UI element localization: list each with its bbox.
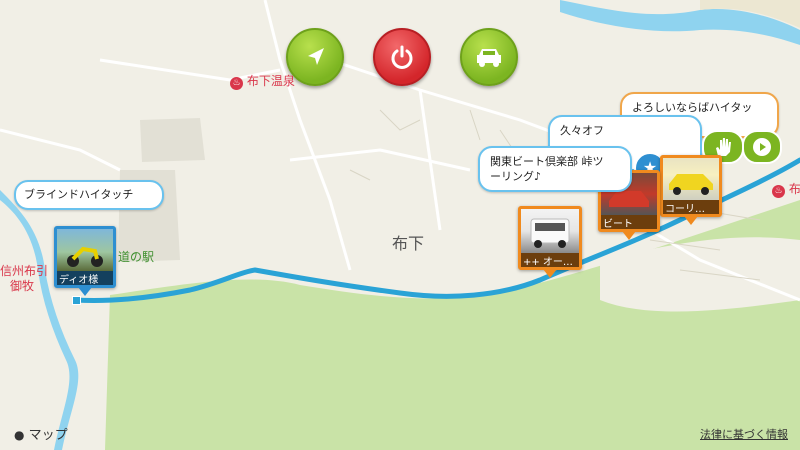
onsen-poi[interactable]: ♨ 布下温泉	[230, 72, 295, 90]
play-button[interactable]	[742, 130, 782, 164]
power-button[interactable]	[373, 28, 431, 86]
right-edge-label: 布	[788, 182, 800, 196]
kanto-bubble-line2: ーリング♪	[490, 170, 542, 183]
maps-brand: ● マップ	[14, 424, 68, 443]
kanto-caption: ++ オー…	[521, 253, 579, 267]
area-label: 布下	[392, 234, 425, 253]
car-icon	[477, 49, 501, 67]
yoroshii-photo-pin[interactable]: コーリ…	[660, 155, 722, 225]
power-icon	[391, 45, 413, 69]
car-photo-icon	[669, 174, 713, 195]
dio-bubble[interactable]: ブラインドハイタッチ	[14, 180, 164, 210]
play-icon	[753, 138, 771, 156]
route-start-marker	[72, 296, 81, 305]
dio-photo	[57, 229, 113, 271]
dio-bubble-text: ブラインドハイタッチ	[24, 188, 134, 201]
right-edge-poi[interactable]: ♨ 布	[772, 180, 800, 198]
yoroshii-bubble-line1: よろしいならばハイタッ	[632, 101, 753, 114]
navigation-arrow-icon	[308, 48, 324, 65]
kanto-bubble[interactable]: 関東ビート倶楽部 峠ツ ーリング♪	[478, 146, 632, 192]
yoroshii-photo	[663, 158, 719, 200]
kanto-photo	[521, 209, 579, 253]
hot-spring-icon: ♨	[230, 77, 243, 90]
kanto-photo-pin[interactable]: ++ オー…	[518, 206, 582, 278]
car-photo-icon	[530, 218, 570, 248]
dio-photo-pin[interactable]: ディオ様	[54, 226, 116, 296]
kuta-bubble-text: 久々オフ	[560, 124, 604, 137]
kanto-bubble-line1: 関東ビート倶楽部 峠ツ	[490, 155, 604, 168]
onsen-label: 布下温泉	[246, 74, 295, 88]
car-button[interactable]	[460, 28, 518, 86]
michinoeki-label: 道の駅	[118, 250, 155, 264]
shinshu-label-2: 御牧	[10, 279, 35, 293]
apple-logo-icon: ●	[14, 428, 25, 442]
dio-caption: ディオ様	[57, 271, 113, 285]
motorbike-icon	[67, 246, 103, 267]
hot-spring-icon: ♨	[772, 185, 785, 198]
yoroshii-caption: コーリ…	[663, 200, 719, 214]
kuta-caption: ビート	[601, 215, 657, 229]
maps-brand-label: マップ	[28, 428, 68, 443]
legal-link[interactable]: 法律に基づく情報	[700, 426, 788, 442]
